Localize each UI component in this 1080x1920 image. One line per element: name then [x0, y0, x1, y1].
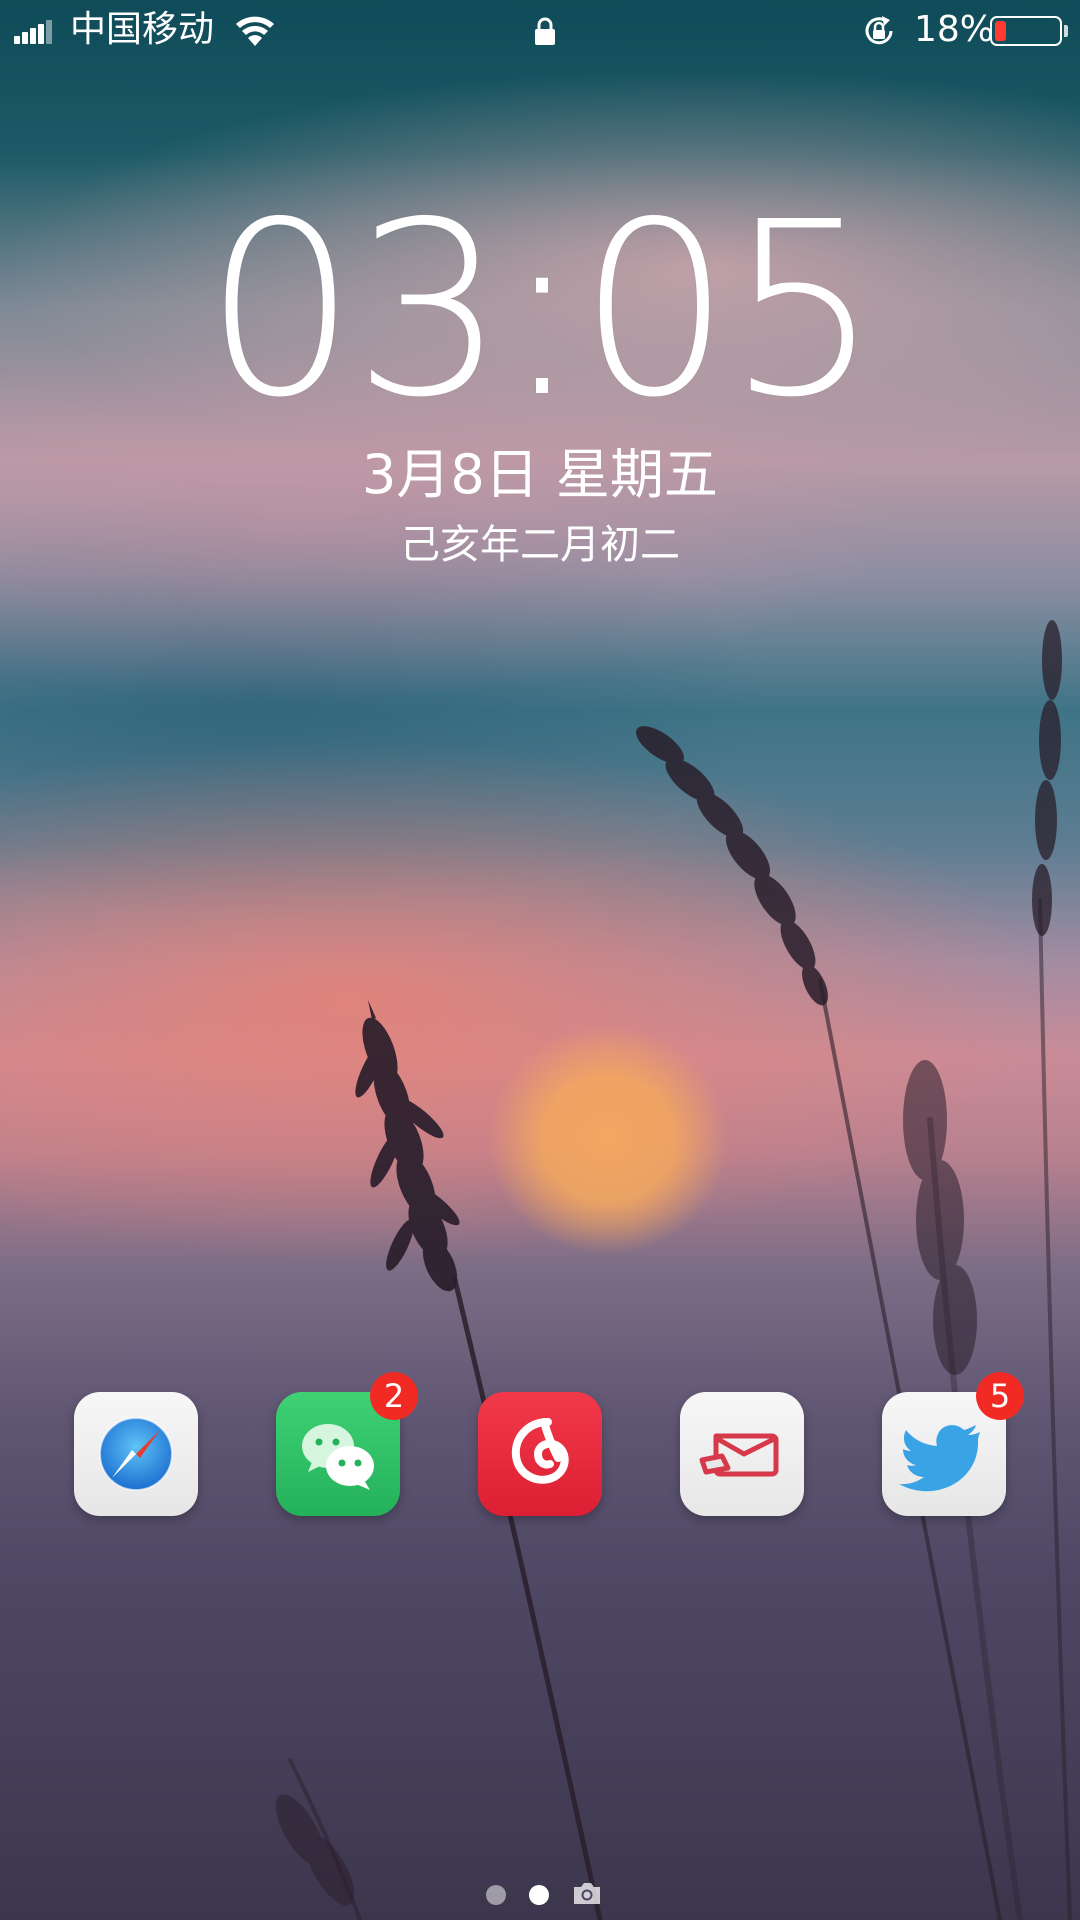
- page-indicator[interactable]: [0, 1880, 1080, 1910]
- wifi-icon: [236, 16, 274, 46]
- battery-percent: 18%: [914, 9, 995, 50]
- battery-icon: [990, 16, 1062, 46]
- app-mail[interactable]: [680, 1392, 804, 1516]
- app-netease-music[interactable]: [478, 1392, 602, 1516]
- app-safari[interactable]: [74, 1392, 198, 1516]
- status-bar: 中国移动 18%: [0, 0, 1080, 62]
- safari-compass-icon: [99, 1417, 173, 1491]
- app-wechat[interactable]: 2: [276, 1372, 418, 1516]
- lock-icon: [535, 17, 555, 45]
- camera-icon[interactable]: [572, 1880, 602, 1906]
- rotation-lock-icon: [865, 16, 893, 45]
- signal-icon: [14, 18, 54, 44]
- battery-level-fill: [995, 21, 1006, 41]
- lock-date: 3月8日 星期五: [362, 443, 718, 506]
- battery-tip: [1064, 25, 1068, 37]
- app-twitter[interactable]: 5: [882, 1372, 1024, 1516]
- carrier-name: 中国移动: [70, 9, 215, 50]
- lock-time: 03:05: [204, 170, 880, 450]
- envelope-icon: [699, 1433, 779, 1477]
- app-badge: 2: [370, 1372, 418, 1420]
- page-dot-1[interactable]: [486, 1885, 506, 1905]
- page-dot-2-active[interactable]: [529, 1885, 549, 1905]
- lunar-date: 己亥年二月初二: [400, 522, 680, 568]
- netease-music-icon: [511, 1418, 569, 1484]
- lock-screen: 中国移动 18% 03:05 3月8日 星期五 己亥年二月初二 2 5: [0, 0, 1080, 1920]
- app-badge: 5: [976, 1372, 1024, 1420]
